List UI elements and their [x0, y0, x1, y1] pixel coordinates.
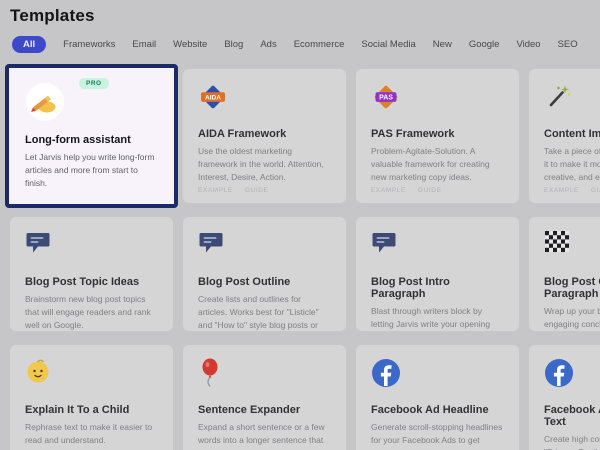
template-title: Facebook Ad Headline: [371, 404, 504, 416]
card-footer-link-example[interactable]: Example: [198, 187, 233, 194]
svg-text:PAS: PAS: [379, 95, 393, 102]
filter-tab-bar: All Frameworks Email Website Blog Ads Ecommerc…: [12, 36, 590, 53]
tab-ads[interactable]: Ads: [260, 36, 276, 53]
template-description: Wrap up your blog posts with an engaging…: [544, 305, 600, 331]
template-description: Rephrase text to make it easier to read …: [25, 421, 158, 447]
template-description: Use the oldest marketing framework in th…: [198, 145, 331, 183]
card-footer-link-guide[interactable]: Guide: [591, 187, 600, 194]
template-description: Create high converting copy for the "Pri…: [544, 433, 600, 450]
template-card-blog-post-intro-paragraph[interactable]: Blog Post Intro Paragraph Blast through w…: [356, 217, 519, 331]
card-icon-row: PAS: [371, 82, 504, 114]
template-description: Problem-Agitate-Solution. A valuable fra…: [371, 145, 504, 183]
template-description: Blast through writers block by letting J…: [371, 305, 504, 331]
template-title: Blog Post Conclusion Paragraph: [544, 276, 600, 300]
card-footer-link-example[interactable]: Example: [371, 187, 406, 194]
template-card-aida-framework[interactable]: AIDA AIDA Framework Use the oldest marketi…: [183, 69, 346, 203]
template-card-long-form-assistant[interactable]: PRO Long-form assistant Let Jarvis help yo…: [5, 64, 178, 208]
aida-badge-icon: AIDA: [198, 82, 228, 117]
tab-blog[interactable]: Blog: [224, 36, 243, 53]
card-icon-row: [544, 358, 600, 390]
pro-badge: PRO: [79, 78, 109, 89]
card-footer-link-guide[interactable]: Guide: [418, 187, 442, 194]
tab-email[interactable]: Email: [132, 36, 156, 53]
template-card-content-improver[interactable]: Content Improver Take a piece of content …: [529, 69, 600, 203]
template-description: Generate scroll-stopping headlines for y…: [371, 421, 504, 450]
card-icon-row: [371, 230, 504, 262]
template-card-blog-post-topic-ideas[interactable]: Blog Post Topic Ideas Brainstorm new blog…: [10, 217, 173, 331]
template-title: AIDA Framework: [198, 128, 331, 140]
template-grid: PRO Long-form assistant Let Jarvis help yo…: [10, 69, 600, 450]
writing-hand-icon: [25, 82, 65, 127]
template-description: Expand a short sentence or a few words i…: [198, 421, 331, 450]
speech-bubble-icon: [25, 230, 51, 261]
card-icon-row: PRO: [25, 82, 158, 122]
template-title: Explain It To a Child: [25, 404, 158, 416]
pas-badge-icon: PAS: [371, 82, 401, 117]
baby-face-icon: [25, 358, 51, 389]
template-description: Let Jarvis help you write long-form arti…: [25, 151, 158, 189]
template-description: Brainstorm new blog post topics that wil…: [25, 293, 158, 331]
template-description: Take a piece of content and rewrite it t…: [544, 145, 600, 183]
card-footer: Example Guide: [198, 187, 269, 194]
card-icon-row: [371, 358, 504, 390]
tab-website[interactable]: Website: [173, 36, 207, 53]
svg-text:AIDA: AIDA: [205, 95, 221, 102]
template-title: Blog Post Intro Paragraph: [371, 276, 504, 300]
tab-ecommerce[interactable]: Ecommerce: [294, 36, 345, 53]
tab-social-media[interactable]: Social Media: [361, 36, 415, 53]
speech-bubble-icon: [198, 230, 224, 261]
card-footer: Example Guide: [544, 187, 600, 194]
balloon-icon: [198, 358, 222, 393]
template-card-facebook-ad-headline[interactable]: Facebook Ad Headline Generate scroll-stop…: [356, 345, 519, 450]
tab-frameworks[interactable]: Frameworks: [63, 36, 115, 53]
template-title: Sentence Expander: [198, 404, 331, 416]
template-card-blog-post-outline[interactable]: Blog Post Outline Create lists and outlin…: [183, 217, 346, 331]
card-icon-row: [25, 358, 158, 390]
speech-bubble-icon: [371, 230, 397, 261]
tab-new[interactable]: New: [433, 36, 452, 53]
template-title: Blog Post Topic Ideas: [25, 276, 158, 288]
template-card-sentence-expander[interactable]: Sentence Expander Expand a short sentence…: [183, 345, 346, 450]
card-icon-row: [544, 82, 600, 114]
template-card-pas-framework[interactable]: PAS PAS Framework Problem-Agitate-Solution…: [356, 69, 519, 203]
tab-google[interactable]: Google: [469, 36, 500, 53]
template-card-blog-post-conclusion-paragraph[interactable]: Blog Post Conclusion Paragraph Wrap up yo…: [529, 217, 600, 331]
template-card-facebook-ad-primary-text[interactable]: Facebook Ad Primary Text Create high conv…: [529, 345, 600, 450]
card-icon-row: [198, 230, 331, 262]
tab-video[interactable]: Video: [516, 36, 540, 53]
template-title: Facebook Ad Primary Text: [544, 404, 600, 428]
card-footer-link-guide[interactable]: Guide: [245, 187, 269, 194]
checkered-flag-icon: [544, 230, 570, 259]
facebook-icon: [544, 358, 574, 393]
card-icon-row: [25, 230, 158, 262]
facebook-icon: [371, 358, 401, 393]
page-title: Templates: [10, 6, 590, 26]
tab-all[interactable]: All: [12, 36, 46, 53]
template-description: Create lists and outlines for articles. …: [198, 293, 331, 331]
template-title: PAS Framework: [371, 128, 504, 140]
template-card-explain-it-to-a-child[interactable]: Explain It To a Child Rephrase text to ma…: [10, 345, 173, 450]
card-icon-row: AIDA: [198, 82, 331, 114]
template-title: Content Improver: [544, 128, 600, 140]
magic-wand-icon: [544, 82, 572, 115]
card-icon-row: [544, 230, 600, 262]
templates-page: Templates AllFrameworksEmailWebsiteBlogA…: [0, 0, 600, 450]
tab-seo[interactable]: SEO: [558, 36, 578, 53]
template-title: Long-form assistant: [25, 134, 158, 146]
card-footer-link-example[interactable]: Example: [544, 187, 579, 194]
card-footer: Example Guide: [371, 187, 442, 194]
template-title: Blog Post Outline: [198, 276, 331, 288]
card-icon-row: [198, 358, 331, 390]
